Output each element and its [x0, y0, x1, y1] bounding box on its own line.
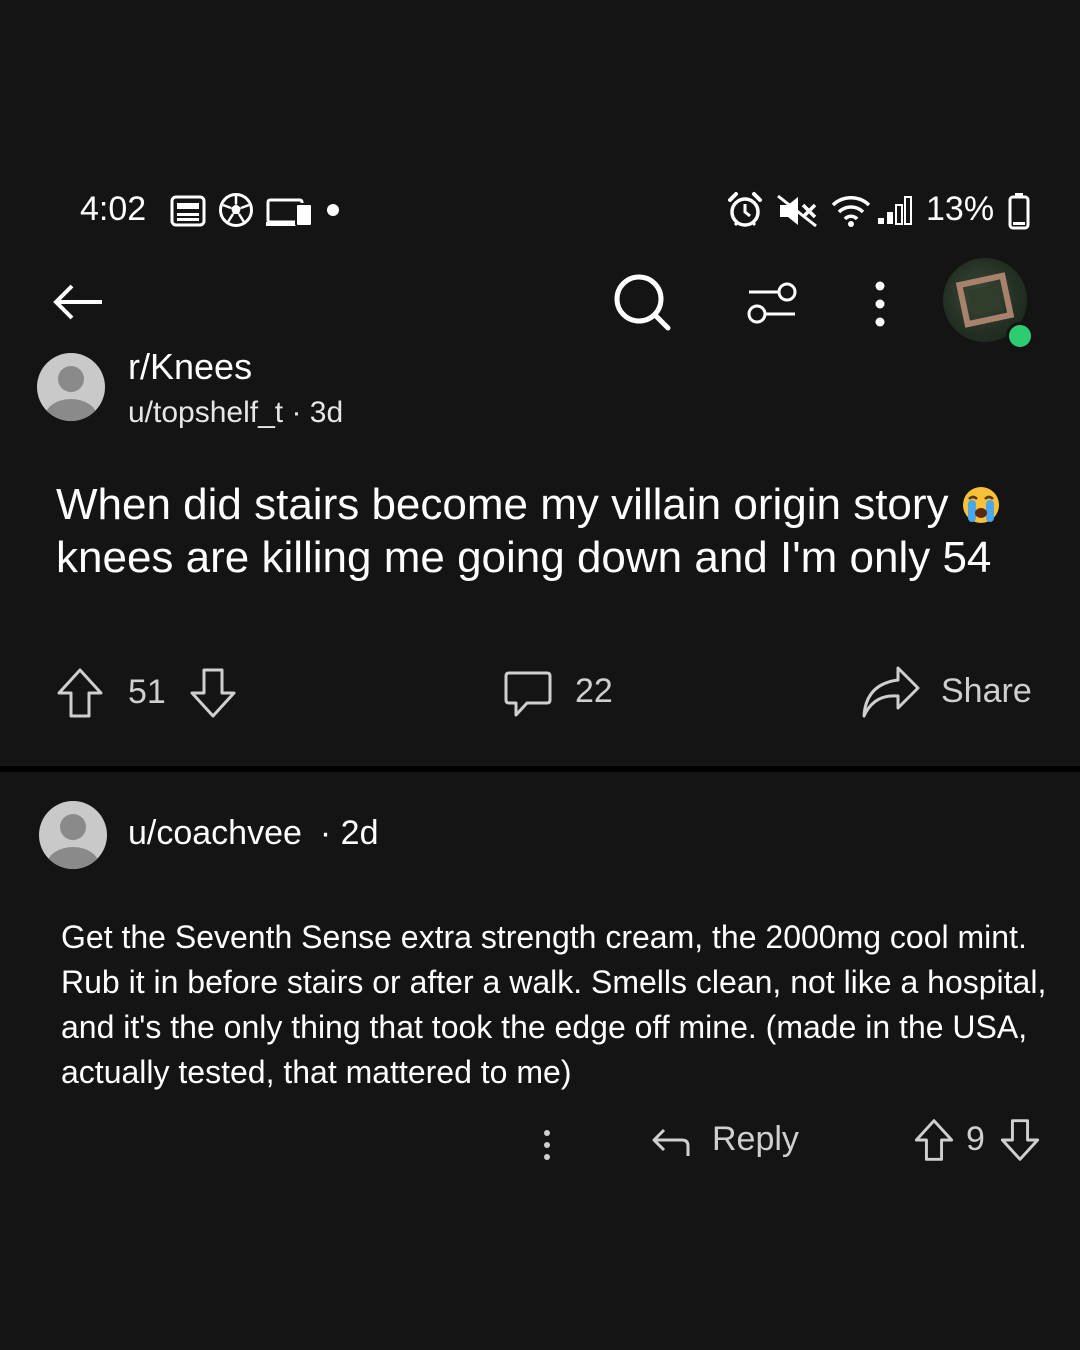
online-status-indicator: [1006, 322, 1034, 350]
comment-icon[interactable]: [503, 670, 553, 720]
commenter-avatar[interactable]: [39, 801, 107, 869]
signal-icon: [878, 196, 912, 225]
alarm-icon: [728, 192, 762, 227]
default-avatar-icon: [47, 814, 99, 869]
mute-icon: [777, 194, 817, 228]
subreddit-name[interactable]: r/Knees: [128, 346, 252, 388]
reply-icon[interactable]: [650, 1124, 692, 1160]
subreddit-avatar[interactable]: [37, 353, 105, 421]
comment-more-icon[interactable]: [540, 1128, 554, 1162]
post-title: When did stairs become my villain origin…: [56, 478, 1036, 584]
default-avatar-icon: [45, 366, 97, 421]
post-title-part1: When did stairs become my villain origin…: [56, 480, 961, 529]
comment-downvote-icon[interactable]: [999, 1118, 1041, 1162]
dot-icon: [327, 204, 339, 216]
back-arrow-icon[interactable]: [52, 282, 104, 322]
comment-upvote-icon[interactable]: [913, 1118, 955, 1162]
post-vote-count: 51: [128, 673, 166, 711]
news-icon: [170, 195, 206, 227]
comment-vote-count: 9: [966, 1120, 985, 1158]
downvote-icon[interactable]: [188, 667, 238, 719]
comment-username[interactable]: u/coachvee: [128, 814, 302, 852]
section-divider: [0, 766, 1080, 772]
search-icon[interactable]: [612, 272, 672, 332]
more-vertical-icon[interactable]: [870, 280, 890, 328]
devices-icon: [266, 198, 313, 227]
crying-face-emoji-icon: [962, 487, 999, 523]
soccer-icon: [219, 193, 253, 227]
wifi-icon: [831, 196, 871, 227]
battery-percentage: 13%: [926, 190, 995, 228]
share-icon[interactable]: [860, 664, 922, 720]
filter-icon[interactable]: [745, 280, 799, 326]
status-time: 4:02: [80, 190, 147, 228]
reply-button[interactable]: Reply: [712, 1120, 799, 1159]
comment-age: · 2d: [319, 814, 379, 852]
comment-count[interactable]: 22: [575, 672, 613, 711]
post-meta[interactable]: u/topshelf_t · 3d: [128, 396, 343, 430]
comment-body: Get the Seventh Sense extra strength cre…: [61, 919, 1047, 1090]
comment-header: u/coachvee · 2d: [128, 814, 379, 853]
post-title-part2: knees are killing me going down and I'm …: [56, 533, 992, 582]
share-button[interactable]: Share: [941, 672, 1032, 711]
battery-icon: [1008, 193, 1030, 230]
upvote-icon[interactable]: [55, 667, 105, 719]
